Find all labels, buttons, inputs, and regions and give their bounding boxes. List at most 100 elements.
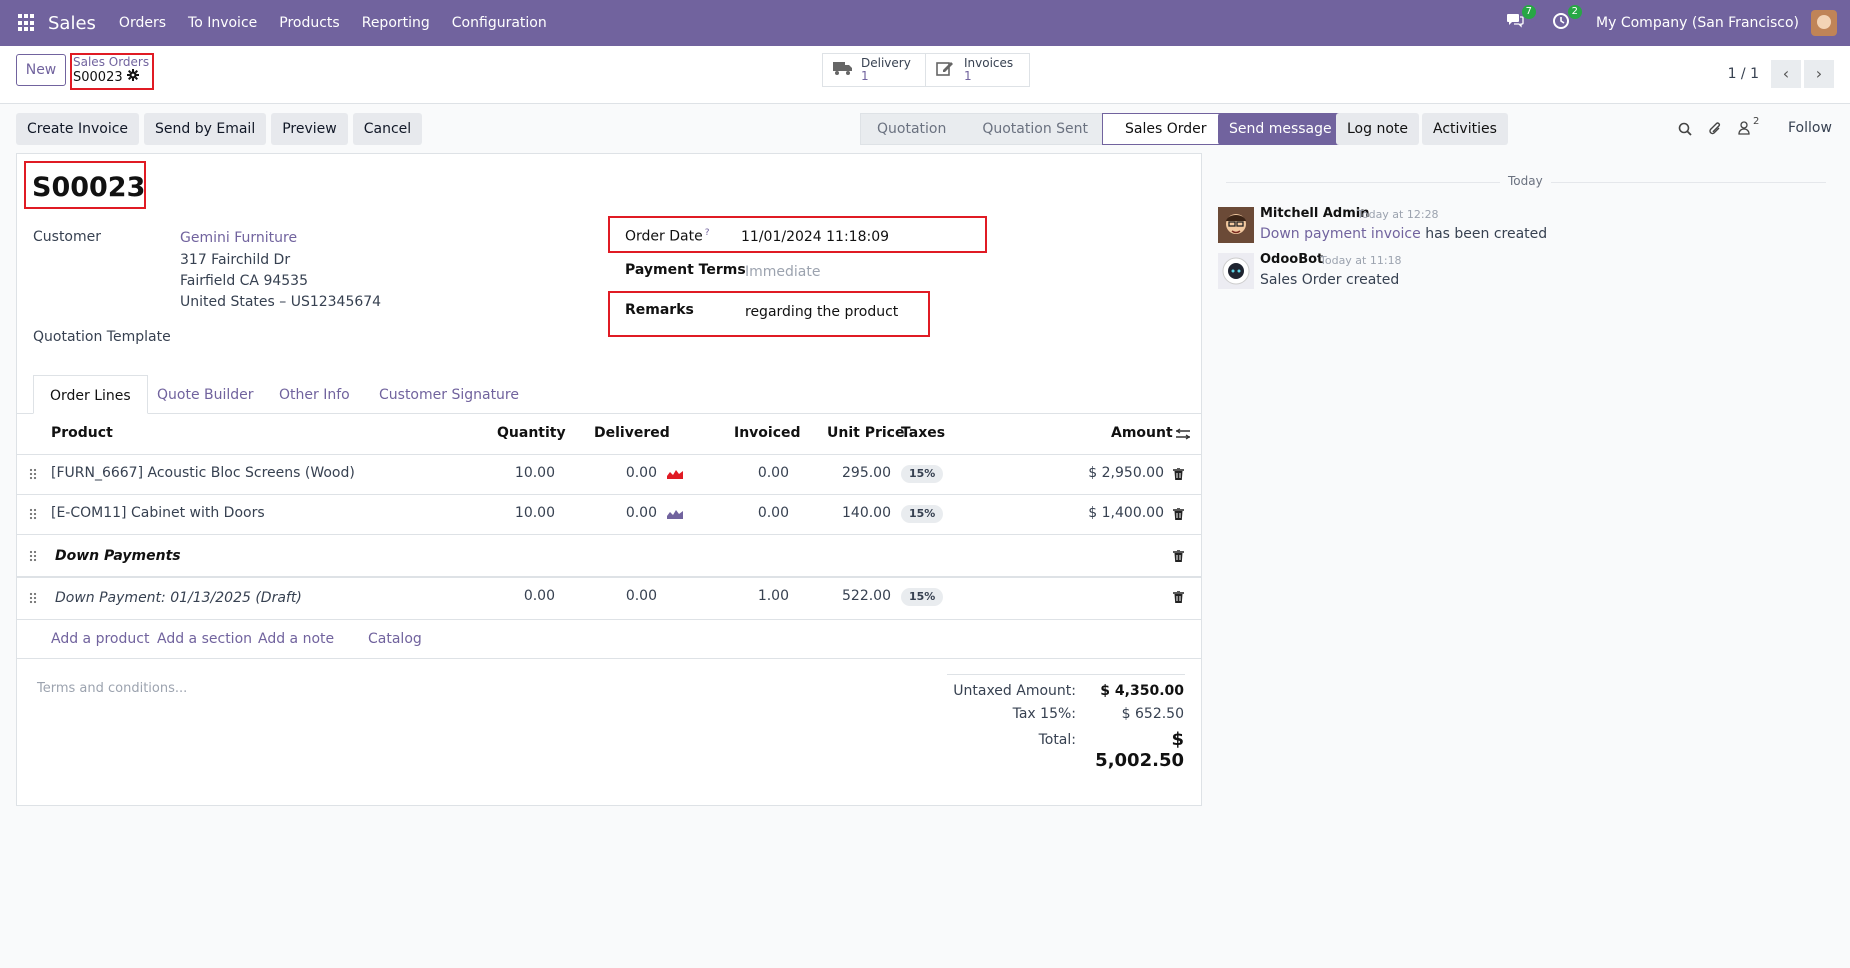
breadcrumb-sales-orders[interactable]: Sales Orders	[73, 55, 152, 69]
header-product[interactable]: Product	[51, 425, 113, 441]
line-unit-price[interactable]: 295.00	[800, 465, 891, 481]
payment-terms-field[interactable]: Immediate	[745, 264, 820, 280]
add-note-link[interactable]: Add a note	[258, 631, 334, 647]
trash-icon[interactable]	[1173, 467, 1184, 480]
paperclip-icon[interactable]	[1708, 121, 1722, 141]
date-separator: Today	[1500, 174, 1551, 188]
tax-badge[interactable]: 15%	[901, 465, 944, 483]
tax-label: Tax 15%:	[1012, 706, 1076, 722]
status-quotation-sent[interactable]: Quotation Sent	[960, 114, 1102, 144]
line-delivered: 0.00	[625, 588, 657, 604]
app-name[interactable]: Sales	[48, 13, 96, 34]
user-avatar[interactable]	[1811, 10, 1837, 36]
delivery-smart-button[interactable]: Delivery 1	[822, 53, 926, 87]
forecast-chart-icon[interactable]	[667, 468, 683, 479]
add-section-link[interactable]: Add a section	[157, 631, 252, 647]
line-product[interactable]: [FURN_6667] Acoustic Bloc Screens (Wood)	[51, 465, 355, 481]
header-delivered[interactable]: Delivered	[594, 425, 670, 441]
customer-address-line2: Fairfield CA 94535	[180, 273, 308, 289]
pager-value[interactable]: 1 / 1	[1728, 66, 1759, 82]
add-product-link[interactable]: Add a product	[51, 631, 149, 647]
drag-handle-icon[interactable]	[29, 468, 37, 480]
total-label: Total:	[1038, 732, 1076, 748]
order-name: S00023	[32, 172, 146, 203]
followers-icon[interactable]	[1738, 121, 1750, 139]
menu-orders[interactable]: Orders	[119, 15, 166, 31]
catalog-link[interactable]: Catalog	[368, 631, 422, 647]
optional-columns-icon[interactable]	[1175, 428, 1191, 444]
forecast-chart-icon[interactable]	[667, 508, 683, 519]
table-row-section[interactable]	[16, 535, 1202, 578]
avatar[interactable]	[1218, 253, 1254, 289]
breadcrumb: Sales Orders S00023	[70, 53, 154, 90]
activities-badge: 2	[1567, 5, 1583, 19]
follow-button[interactable]: Follow	[1788, 120, 1832, 136]
log-note-button[interactable]: Log note	[1336, 113, 1419, 145]
terms-conditions-field[interactable]: Terms and conditions...	[37, 681, 187, 696]
apps-menu-icon[interactable]	[18, 14, 36, 32]
header-unit-price[interactable]: Unit Price	[827, 425, 904, 441]
tab-quote-builder[interactable]: Quote Builder	[157, 375, 254, 414]
total-value: $ 5,002.50	[1095, 729, 1184, 771]
tax-badge[interactable]: 15%	[901, 588, 944, 606]
untaxed-amount-value: $ 4,350.00	[1100, 683, 1184, 699]
down-payment-invoice-link[interactable]: Down payment invoice	[1260, 226, 1421, 242]
trash-icon[interactable]	[1173, 590, 1184, 603]
menu-reporting[interactable]: Reporting	[362, 15, 430, 31]
customer-address-line1: 317 Fairchild Dr	[180, 252, 291, 268]
pager-next-icon[interactable]: ›	[1804, 60, 1834, 88]
send-message-button[interactable]: Send message	[1218, 113, 1343, 145]
new-button[interactable]: New	[16, 54, 66, 86]
header-amount[interactable]: Amount	[1111, 425, 1173, 441]
preview-button[interactable]: Preview	[271, 113, 348, 145]
customer-name[interactable]: Gemini Furniture	[180, 230, 297, 246]
cancel-button[interactable]: Cancel	[352, 113, 423, 145]
message-author[interactable]: Mitchell Admin	[1260, 206, 1369, 221]
order-date-field[interactable]: 11/01/2024 11:18:09	[741, 229, 889, 245]
quotation-template-label: Quotation Template	[33, 329, 171, 345]
trash-icon[interactable]	[1173, 549, 1184, 562]
messages-icon[interactable]: 7	[1504, 5, 1537, 34]
section-name[interactable]: Down Payments	[55, 548, 181, 564]
activities-button[interactable]: Activities	[1422, 113, 1508, 145]
status-quotation[interactable]: Quotation	[861, 114, 960, 144]
menu-products[interactable]: Products	[279, 15, 339, 31]
tab-order-lines[interactable]: Order Lines	[33, 375, 148, 414]
avatar[interactable]	[1218, 207, 1254, 243]
notebook-tabs: Order Lines Quote Builder Other Info Cus…	[16, 375, 1202, 414]
line-quantity[interactable]: 10.00	[480, 505, 555, 521]
message-author[interactable]: OdooBot	[1260, 252, 1323, 267]
tax-badge[interactable]: 15%	[901, 505, 944, 523]
tab-customer-signature[interactable]: Customer Signature	[379, 375, 519, 414]
pager-previous-icon[interactable]: ‹	[1771, 60, 1801, 88]
drag-handle-icon[interactable]	[29, 508, 37, 520]
line-quantity[interactable]: 10.00	[480, 465, 555, 481]
activities-clock-icon[interactable]: 2	[1550, 5, 1583, 34]
line-unit-price[interactable]: 522.00	[800, 588, 891, 604]
tab-other-info[interactable]: Other Info	[279, 375, 350, 414]
action-bar: Create Invoice Send by Email Preview Can…	[16, 113, 423, 145]
status-sales-order[interactable]: Sales Order	[1102, 113, 1222, 145]
search-icon[interactable]	[1678, 122, 1692, 140]
gear-icon[interactable]	[126, 69, 139, 87]
menu-to-invoice[interactable]: To Invoice	[188, 15, 257, 31]
header-invoiced[interactable]: Invoiced	[734, 425, 801, 441]
invoices-smart-button[interactable]: Invoices 1	[925, 53, 1030, 87]
line-product[interactable]: Down Payment: 01/13/2025 (Draft)	[55, 590, 302, 606]
header-quantity[interactable]: Quantity	[497, 425, 566, 441]
line-unit-price[interactable]: 140.00	[800, 505, 891, 521]
send-by-email-button[interactable]: Send by Email	[144, 113, 267, 145]
trash-icon[interactable]	[1173, 507, 1184, 520]
payment-terms-label: Payment Terms	[625, 262, 746, 278]
help-tooltip-icon[interactable]: ?	[705, 228, 710, 238]
top-navbar: Sales Orders To Invoice Products Reporti…	[0, 0, 1850, 46]
company-switcher[interactable]: My Company (San Francisco)	[1596, 15, 1799, 31]
line-product[interactable]: [E-COM11] Cabinet with Doors	[51, 505, 265, 521]
menu-configuration[interactable]: Configuration	[452, 15, 547, 31]
drag-handle-icon[interactable]	[29, 592, 37, 604]
header-taxes[interactable]: Taxes	[901, 425, 945, 441]
drag-handle-icon[interactable]	[29, 550, 37, 562]
remarks-field[interactable]: regarding the product	[745, 304, 898, 320]
invoices-count: 1	[964, 69, 972, 83]
create-invoice-button[interactable]: Create Invoice	[16, 113, 140, 145]
